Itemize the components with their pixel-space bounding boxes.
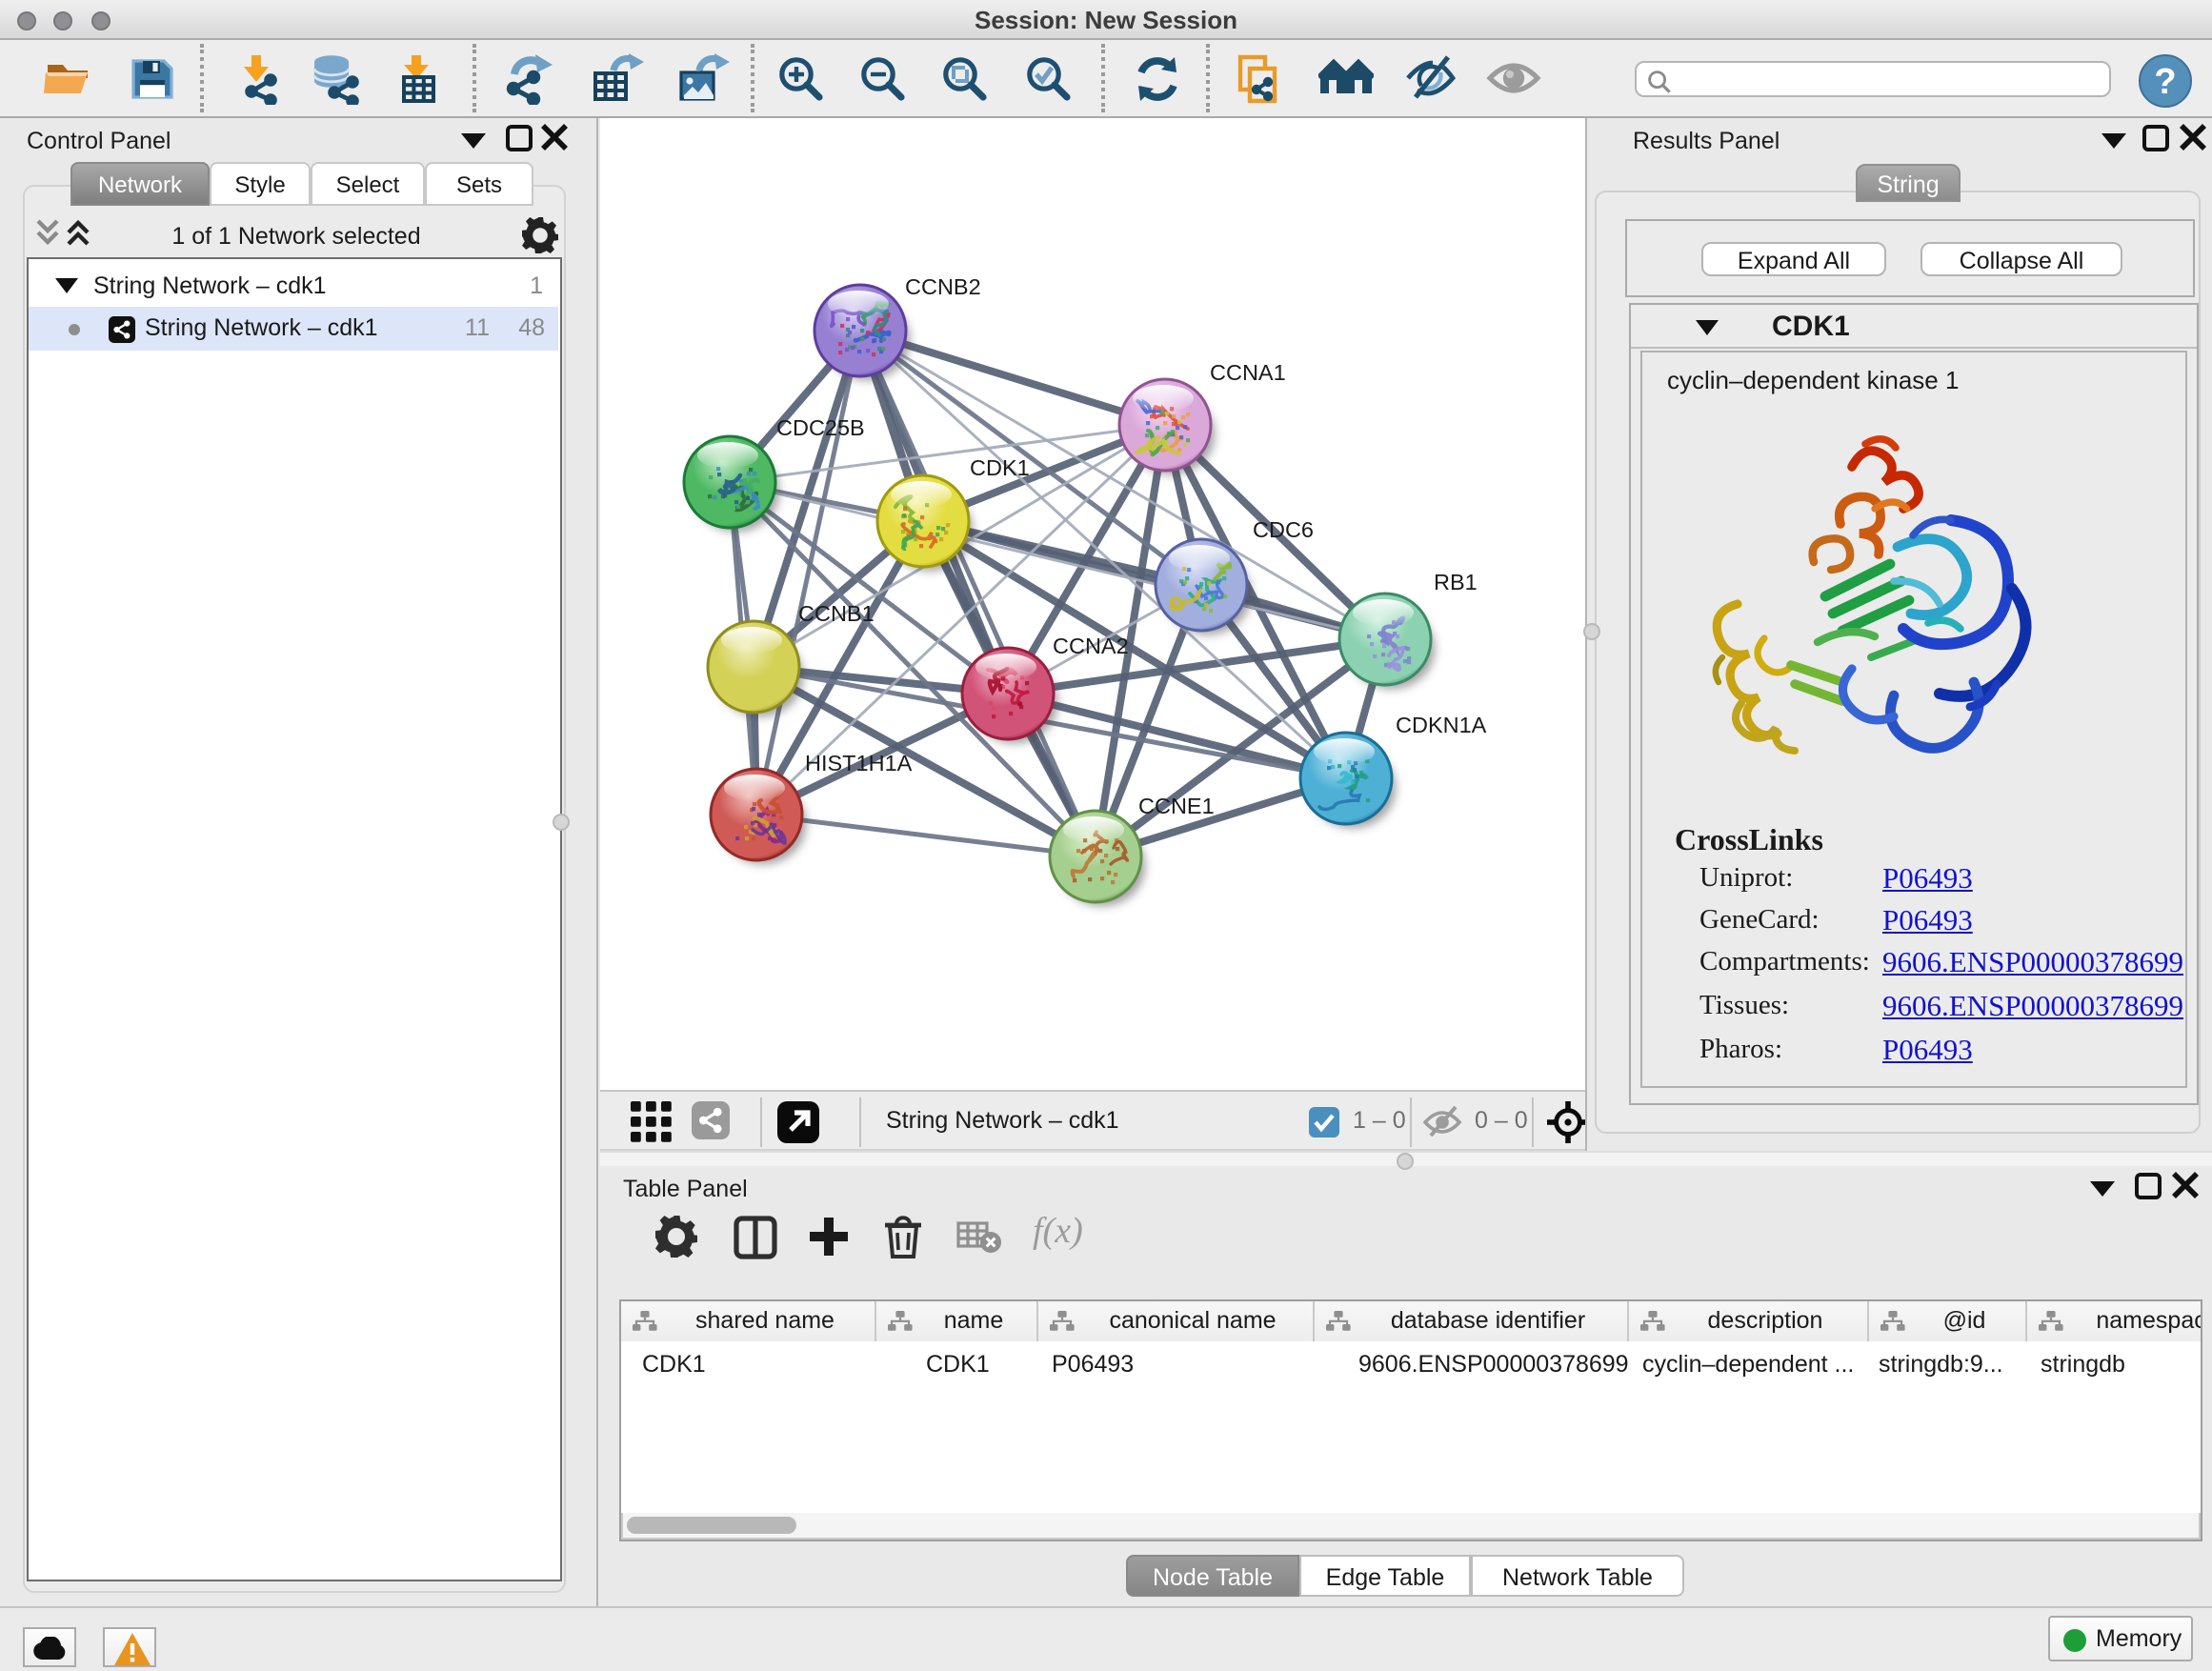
svg-text:CDC25B: CDC25B	[776, 415, 865, 440]
svg-text:CDK1: CDK1	[970, 455, 1030, 480]
svg-text:CCNB1: CCNB1	[798, 601, 875, 626]
svg-text:CDKN1A: CDKN1A	[1396, 713, 1487, 737]
svg-text:CCNA1: CCNA1	[1210, 360, 1286, 385]
svg-text:CCNA2: CCNA2	[1053, 634, 1129, 658]
svg-text:CCNB2: CCNB2	[905, 274, 981, 299]
svg-text:CCNE1: CCNE1	[1138, 794, 1215, 818]
svg-text:RB1: RB1	[1434, 570, 1478, 594]
svg-text:CDC6: CDC6	[1253, 517, 1314, 542]
svg-text:?: ?	[2154, 62, 2176, 102]
svg-text:HIST1H1A: HIST1H1A	[805, 751, 913, 775]
